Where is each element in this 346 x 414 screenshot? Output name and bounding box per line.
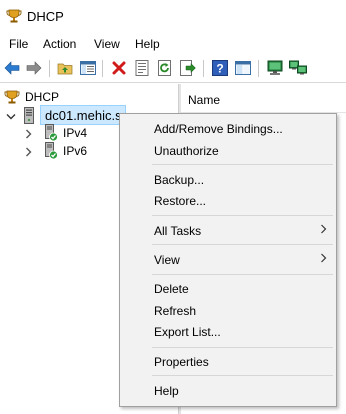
context-menu: Add/Remove Bindings... Unauthorize Backu… [119,113,337,407]
menu-separator [152,274,333,275]
window-title: DHCP [27,9,64,24]
menu-item-label: Delete [154,282,189,296]
menu-item-label: Backup... [154,173,205,187]
menu-help[interactable]: Help [135,37,160,51]
network-computers-icon[interactable] [289,59,307,77]
dhcp-console-window: DHCP File Action View Help ? DHCP dc01.m… [0,0,346,414]
menu-item-delete[interactable]: Delete [120,279,336,299]
tree-label-ipv6: IPv6 [63,144,88,158]
menu-separator [152,244,333,245]
dhcp-trophy-icon [6,8,22,24]
export-list-icon[interactable] [179,59,197,77]
properties-sheet-icon[interactable] [133,59,151,77]
chevron-down-icon[interactable] [6,110,16,124]
console-view-icon[interactable] [234,59,252,77]
delete-icon[interactable] [110,59,128,77]
menu-item-label: Unauthorize [154,144,219,158]
menu-item-properties[interactable]: Properties [120,352,336,372]
menu-item-unauthorize[interactable]: Unauthorize [120,141,336,161]
menu-item-add-remove-bindings[interactable]: Add/Remove Bindings... [120,119,336,139]
toolbar-separator [102,60,103,77]
menu-item-label: View [154,253,180,267]
submenu-arrow-icon [320,253,327,266]
toolbar-separator [203,60,204,77]
menu-separator [152,215,333,216]
title-bar: DHCP [0,0,346,32]
menu-item-backup[interactable]: Backup... [120,170,336,190]
menu-separator [152,164,333,165]
refresh-icon[interactable] [156,59,174,77]
menu-file[interactable]: File [9,37,28,51]
menu-item-label: Help [154,384,179,398]
menu-item-label: Add/Remove Bindings... [154,122,283,136]
menu-item-label: All Tasks [154,224,202,238]
ipv6-scope-icon [44,142,58,163]
column-header-label: Name [188,93,221,107]
menu-bar: File Action View Help [0,34,346,54]
toolbar-separator [49,60,50,77]
toolbar: ? [0,56,346,83]
menu-item-label: Export List... [154,325,221,339]
back-arrow-icon[interactable] [3,59,21,77]
chevron-right-icon[interactable] [25,128,33,142]
menu-separator [152,375,333,376]
submenu-arrow-icon [320,224,327,237]
menu-item-label: Properties [154,355,209,369]
folder-up-icon[interactable] [56,59,74,77]
menu-view[interactable]: View [94,37,120,51]
menu-item-view[interactable]: View [120,250,336,270]
tree-label-dhcp: DHCP [25,90,60,104]
tree-label-ipv4: IPv4 [63,126,88,140]
menu-item-export-list[interactable]: Export List... [120,322,336,342]
tree-item-dhcp-root[interactable]: DHCP [0,87,178,107]
column-header-name[interactable]: Name [181,84,346,113]
menu-item-all-tasks[interactable]: All Tasks [120,221,336,241]
menu-separator [152,347,333,348]
menu-item-help[interactable]: Help [120,381,336,401]
menu-item-refresh[interactable]: Refresh [120,301,336,321]
toolbar-separator [258,60,259,77]
menu-item-label: Refresh [154,304,197,318]
menu-item-restore[interactable]: Restore... [120,191,336,211]
show-hide-tree-icon[interactable] [79,59,97,77]
forward-arrow-icon[interactable] [25,59,43,77]
menu-item-label: Restore... [154,194,207,208]
monitor-computer-icon[interactable] [266,59,284,77]
tree-label-server: dc01.mehic.se [45,108,129,123]
chevron-right-icon[interactable] [25,146,33,160]
help-icon[interactable]: ? [211,59,229,77]
menu-action[interactable]: Action [43,37,76,51]
svg-text:?: ? [216,62,223,76]
